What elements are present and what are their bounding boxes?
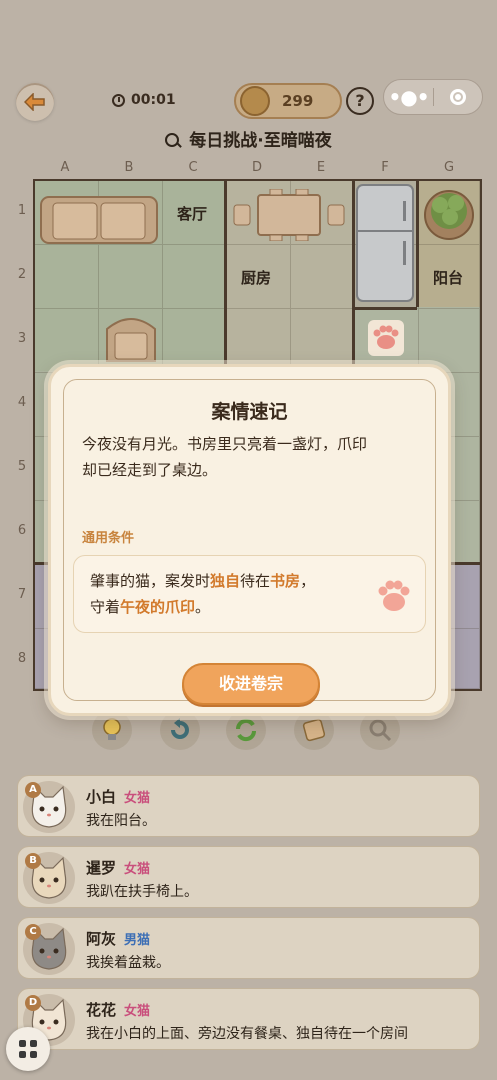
room-label-balcony: 阳台: [433, 269, 464, 287]
condition-text-part: 肇事的猫，案发时: [90, 572, 211, 590]
room-label-living: 客厅: [177, 205, 208, 223]
cat-name: 小白 女猫: [86, 786, 150, 807]
paw-print-icon: [378, 580, 410, 611]
cat-name-text: 花花: [86, 1001, 117, 1019]
cat-badge: B: [25, 853, 41, 869]
search-icon: [165, 133, 180, 147]
row-label: 7: [17, 587, 27, 602]
help-button[interactable]: ?: [346, 87, 374, 115]
condition-text-part: 。: [195, 598, 211, 616]
refresh-icon: [235, 718, 257, 742]
cat-statement: 我挨着盆栽。: [86, 955, 170, 971]
board-cell-B2[interactable]: [99, 245, 163, 309]
condition-highlight: 午夜的爪印: [120, 598, 196, 616]
condition-text-part: ，: [300, 572, 316, 590]
dining-table-icon: [233, 189, 345, 241]
page-title: 每日挑战·至暗喵夜: [0, 126, 497, 151]
case-notes-dialog: 案情速记 今夜没有月光。书房里只亮着一盏灯，爪印 却已经走到了桌边。 通用条件 …: [48, 364, 451, 716]
row-label: 5: [17, 459, 27, 474]
row-label: 6: [17, 523, 27, 538]
coin-counter[interactable]: 299: [234, 83, 342, 119]
dialog-title: 案情速记: [211, 401, 288, 423]
coin-value: 299: [282, 92, 314, 110]
board-cell-A2[interactable]: [35, 245, 99, 309]
page-title-text: 每日挑战·至暗喵夜: [189, 131, 332, 151]
cat-name: 阿灰 男猫: [86, 928, 150, 949]
cat-name: 暹罗 女猫: [86, 857, 150, 878]
cat-card[interactable]: D 花花 女猫我在小白的上面、旁边没有餐桌、独自待在一个房间: [17, 988, 480, 1050]
back-arrow-icon: [24, 93, 45, 111]
board-cell-E2[interactable]: [291, 245, 355, 309]
condition-highlight: 书房: [270, 572, 301, 590]
back-button[interactable]: [16, 83, 54, 121]
undo-icon: [171, 718, 189, 739]
refresh-button[interactable]: [226, 710, 266, 750]
cat-card[interactable]: C 阿灰 男猫我挨着盆栽。: [17, 917, 480, 979]
condition-highlight: 独自: [210, 572, 241, 590]
dialog-body-line: 却已经走到了桌边。: [82, 461, 218, 479]
magnifier-icon: [369, 719, 392, 742]
cat-name: 花花 女猫: [86, 999, 150, 1020]
dialog-body-line: 今夜没有月光。书房里只亮着一盏灯，爪印: [82, 435, 368, 453]
cat-card[interactable]: B 暹罗 女猫我趴在扶手椅上。: [17, 846, 480, 908]
close-miniprogram-icon[interactable]: [450, 89, 466, 105]
col-label: C: [188, 160, 198, 175]
cat-card[interactable]: A 小白 女猫我在阳台。: [17, 775, 480, 837]
sofa-icon: [40, 196, 158, 244]
col-label: F: [381, 160, 389, 175]
cat-statement: 我在小白的上面、旁边没有餐桌、独自待在一个房间: [86, 1026, 408, 1042]
cat-badge: D: [25, 995, 41, 1011]
miniprogram-capsule: •●•: [383, 79, 483, 115]
condition-label: 通用条件: [82, 531, 135, 546]
more-icon[interactable]: •●•: [384, 85, 433, 109]
board-cell-C2[interactable]: [163, 245, 227, 309]
lightbulb-icon: [103, 718, 121, 740]
cat-name-text: 阿灰: [86, 930, 117, 948]
cat-badge: C: [25, 924, 41, 940]
col-label: D: [251, 160, 262, 175]
cat-gender: 女猫: [124, 1004, 151, 1019]
dialog-body: 今夜没有月光。书房里只亮着一盏灯，爪印 却已经走到了桌边。: [82, 431, 422, 483]
cat-gender: 男猫: [124, 933, 151, 948]
row-label: 8: [17, 651, 27, 666]
stopwatch-icon: [112, 93, 125, 107]
cat-name-text: 小白: [86, 788, 117, 806]
cat-gender: 女猫: [124, 791, 151, 806]
hint-button[interactable]: [92, 710, 132, 750]
timer-value: 00:01: [131, 92, 176, 108]
fridge-icon: [356, 184, 414, 302]
row-label: 1: [17, 203, 27, 218]
scroll-icon: [302, 718, 326, 742]
armchair-icon: [106, 318, 156, 362]
file-to-case-button[interactable]: 收进卷宗: [182, 663, 320, 705]
cat-badge: A: [25, 782, 41, 798]
timer: 00:01: [112, 92, 176, 108]
col-label: A: [60, 160, 70, 175]
col-label: B: [124, 160, 134, 175]
row-label: 4: [17, 395, 27, 410]
room-label-kitchen: 厨房: [241, 269, 272, 287]
grid-menu-icon: [19, 1040, 37, 1058]
row-label: 3: [17, 331, 27, 346]
inspect-button[interactable]: [360, 710, 400, 750]
paw-print-icon: [368, 320, 404, 356]
scroll-button[interactable]: [294, 710, 334, 750]
floating-menu-button[interactable]: [6, 1027, 50, 1071]
undo-button[interactable]: [160, 710, 200, 750]
condition-text: 肇事的猫，案发时独自待在书房， 守着午夜的爪印。: [90, 568, 315, 620]
condition-text-part: 待在: [240, 572, 271, 590]
condition-box: 肇事的猫，案发时独自待在书房， 守着午夜的爪印。: [73, 555, 426, 633]
row-label: 2: [17, 267, 27, 282]
coin-icon: [240, 86, 270, 116]
col-label: E: [316, 160, 326, 175]
plant-icon: [424, 190, 474, 240]
cat-statement: 我在阳台。: [86, 813, 156, 829]
condition-text-part: 守着: [90, 598, 121, 616]
cat-statement: 我趴在扶手椅上。: [86, 884, 198, 900]
cat-name-text: 暹罗: [86, 859, 117, 877]
col-label: G: [443, 160, 455, 175]
cat-gender: 女猫: [124, 862, 151, 877]
